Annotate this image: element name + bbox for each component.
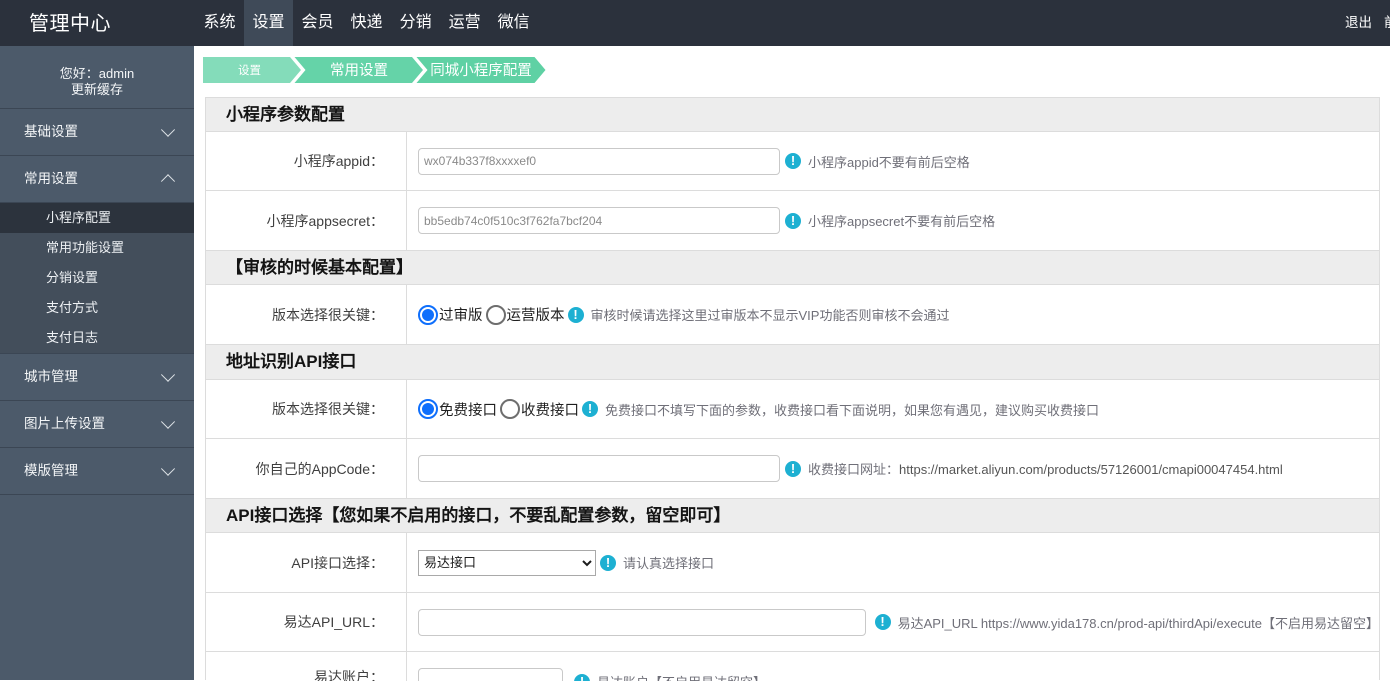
svg-text:同城小程序配置: 同城小程序配置: [430, 62, 532, 79]
svg-text:设置: 设置: [238, 64, 261, 77]
svg-text:常用设置: 常用设置: [330, 62, 388, 79]
